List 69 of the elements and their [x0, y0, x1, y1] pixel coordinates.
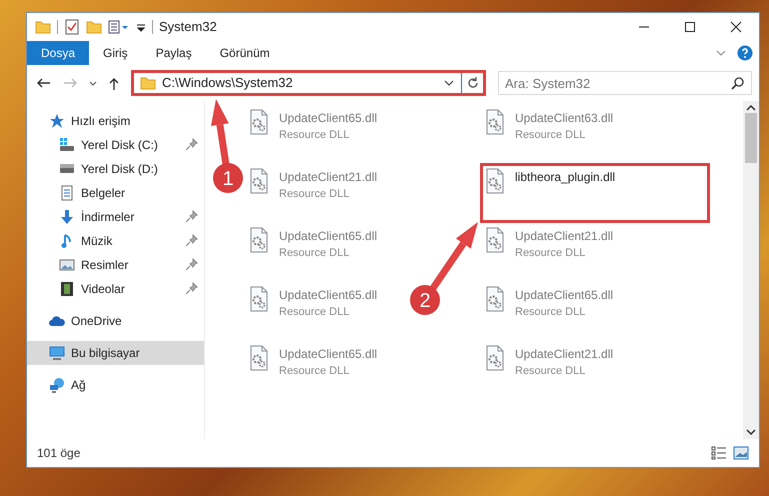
step-number-badge: 2	[410, 285, 440, 315]
thumbnail-view-icon[interactable]	[733, 446, 749, 460]
file-item[interactable]: UpdateClient65.dll Resource DLL	[245, 105, 382, 163]
details-view-icon[interactable]	[711, 446, 727, 460]
file-menu-tab[interactable]: Dosya	[27, 41, 90, 65]
arrow	[211, 99, 230, 165]
dll-file-icon	[485, 168, 505, 194]
drive-icon	[59, 137, 75, 153]
search-field[interactable]: Ara: System32	[498, 71, 752, 95]
properties-icon[interactable]	[108, 19, 130, 35]
file-item[interactable]: libtheora_plugin.dll	[481, 164, 709, 222]
file-item[interactable]: UpdateClient65.dll Resource DLL	[245, 282, 382, 340]
refresh-icon[interactable]	[466, 76, 480, 90]
address-bar[interactable]: C:\Windows\System32	[131, 70, 486, 96]
scroll-thumb[interactable]	[745, 113, 757, 163]
file-item[interactable]: UpdateClient21.dll Resource DLL	[245, 164, 382, 222]
maximize-icon[interactable]	[684, 21, 696, 33]
download-arrow-icon	[59, 209, 75, 225]
sidebar-item[interactable]: Bu bilgisayar	[27, 341, 204, 365]
back-arrow-icon[interactable]	[37, 78, 51, 88]
item-count: 101 öge	[37, 445, 80, 462]
star-icon	[49, 113, 65, 129]
file-item[interactable]: UpdateClient21.dll Resource DLL	[481, 341, 618, 399]
search-icon[interactable]	[731, 76, 745, 90]
file-item[interactable]: UpdateClient21.dll Resource DLL	[481, 223, 618, 281]
picture-icon	[59, 257, 75, 273]
file-item[interactable]: UpdateClient63.dll Resource DLL	[481, 105, 618, 163]
dll-file-icon	[485, 286, 505, 312]
dll-file-icon	[249, 286, 269, 312]
dll-file-icon	[485, 227, 505, 253]
sidebar-item[interactable]: Ağ	[27, 373, 204, 397]
dll-file-icon	[485, 345, 505, 371]
help-icon[interactable]	[737, 45, 753, 61]
sidebar-item[interactable]: Videolar	[27, 277, 204, 301]
close-icon[interactable]	[730, 21, 742, 33]
dll-file-icon	[249, 227, 269, 253]
sidebar-item[interactable]: OneDrive	[27, 309, 204, 333]
file-item[interactable]: UpdateClient65.dll Resource DLL	[245, 223, 382, 281]
ribbon-tab[interactable]: Giriş	[89, 41, 142, 65]
sidebar-item[interactable]: Resimler	[27, 253, 204, 277]
checklist-icon[interactable]	[64, 19, 80, 35]
dll-file-icon	[249, 109, 269, 135]
sidebar-item[interactable]: Yerel Disk (C:)	[27, 133, 204, 157]
scroll-down-icon[interactable]	[746, 429, 756, 435]
sidebar-item[interactable]: Hızlı erişim	[27, 109, 204, 133]
dll-file-icon	[249, 168, 269, 194]
film-icon	[59, 281, 75, 297]
window-title: System32	[159, 18, 217, 36]
scroll-up-icon[interactable]	[746, 105, 756, 111]
minimize-icon[interactable]	[638, 26, 650, 28]
document-icon	[59, 185, 75, 201]
folder-icon	[140, 75, 156, 91]
sidebar-item[interactable]: İndirmeler	[27, 205, 204, 229]
sidebar-item[interactable]: Müzik	[27, 229, 204, 253]
file-item[interactable]: UpdateClient65.dll Resource DLL	[245, 341, 382, 399]
network-icon	[49, 377, 65, 393]
step-number-badge: 1	[213, 163, 243, 193]
chevron-icon[interactable]	[89, 80, 97, 86]
ribbon-tab[interactable]: Görünüm	[206, 41, 284, 65]
monitor-icon	[49, 345, 65, 361]
up-arrow-icon[interactable]	[109, 76, 119, 90]
file-item[interactable]: UpdateClient65.dll Resource DLL	[481, 282, 618, 340]
sidebar-item[interactable]: Belgeler	[27, 181, 204, 205]
dll-file-icon	[249, 345, 269, 371]
ribbon-tab[interactable]: Paylaş	[142, 41, 206, 65]
sidebar-item[interactable]: Yerel Disk (D:)	[27, 157, 204, 181]
dll-file-icon	[485, 109, 505, 135]
scrollbar[interactable]	[743, 101, 759, 439]
arrow	[430, 222, 478, 290]
